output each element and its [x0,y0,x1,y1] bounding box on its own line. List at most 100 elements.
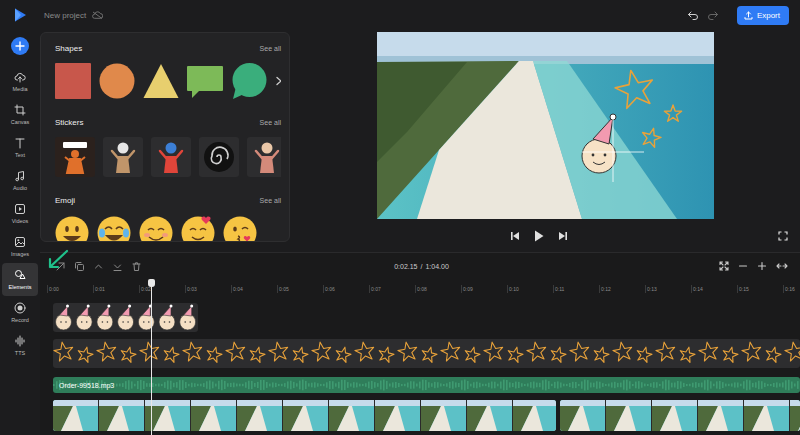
section-header: ShapesSee all [55,42,281,54]
bubble-shape-icon[interactable] [187,63,223,99]
ruler-tick: 0:13 [645,285,691,293]
joy-emoji-icon[interactable] [97,216,131,242]
sidebar-item[interactable]: Audio [2,164,38,197]
elements-icon [14,269,26,281]
zoom-out-icon[interactable] [738,261,748,271]
stars-clip[interactable] [53,339,800,368]
skip-forward-icon[interactable] [558,231,568,241]
see-all-link[interactable]: See all [260,119,281,126]
skip-back-icon[interactable] [510,231,520,241]
expand-icon[interactable] [776,261,788,271]
media-icon [14,71,26,83]
ruler-tick: 0:09 [461,285,507,293]
ruler-tick: 0:05 [277,285,323,293]
timeline: 0:02.15/1:04.000:000:010:020:030:040:050… [40,252,800,435]
move-down-icon[interactable] [112,261,123,272]
delete-icon[interactable] [131,261,142,272]
triangle-shape-icon[interactable] [143,63,179,99]
sidebar-item[interactable]: Images [2,230,38,263]
main-area: ShapesSee allStickersSee allEmojiSee all… [40,30,800,435]
zoom-tools [449,261,788,271]
sidebar-item[interactable]: Record [2,296,38,329]
sticker-clip[interactable] [53,303,198,332]
record-icon [14,302,26,314]
circle-shape-icon[interactable] [99,63,135,99]
undo-icon[interactable] [687,9,699,21]
sidebar-item[interactable]: Canvas [2,98,38,131]
playhead[interactable] [151,279,152,435]
playhead-handle[interactable] [148,279,155,287]
stars-track [53,339,800,368]
video-clip[interactable] [560,400,800,431]
woman-sticker-icon[interactable] [247,137,281,177]
love-emoji-icon[interactable] [181,216,215,242]
grin-emoji-icon[interactable] [55,216,89,242]
chevron-right-icon[interactable] [275,76,281,86]
ruler-tick: 0:10 [507,285,553,293]
controls-right [568,231,800,241]
video-clip[interactable] [53,400,556,431]
time-display: 0:02.15 /1:04.00 [394,263,449,270]
canvas-icon [14,104,26,116]
video-preview[interactable] [377,32,714,219]
duplicate-icon[interactable] [74,261,85,272]
round-bubble-shape-icon[interactable] [231,63,267,99]
swirl-sticker-icon[interactable] [199,137,239,177]
section-header: Emoji See all [55,194,281,206]
blush-emoji-icon[interactable] [139,216,173,242]
play-icon[interactable] [534,230,544,242]
ruler-tick: 0:03 [185,285,231,293]
move-up-icon[interactable] [93,261,104,272]
player-controls [290,219,800,252]
sidebar-label: Videos [12,218,29,224]
fullscreen-icon[interactable] [778,231,788,241]
time-separator: / [421,263,423,270]
ruler-tick: 0:02 [139,285,185,293]
sidebar-label: Images [11,251,29,257]
sidebar-label: Audio [13,185,27,191]
ruler-tick: 0:08 [415,285,461,293]
ruler-tick: 0:15 [737,285,783,293]
total-time: 1:04.00 [425,263,448,270]
sidebar-item[interactable]: Media [2,65,38,98]
shapes-row [55,63,281,99]
zoom-in-icon[interactable] [757,261,767,271]
audio-clip[interactable]: Order-99518.mp3 [53,377,800,393]
project-title[interactable]: New project [44,11,86,20]
square-shape-icon[interactable] [55,63,91,99]
kid-sticker-icon[interactable] [151,137,191,177]
transport-group [510,230,568,242]
timeline-toolbar: 0:02.15 /1:04.00 [40,253,800,279]
ruler-tick: 0:07 [369,285,415,293]
ruler-tick: 0:14 [691,285,737,293]
timeline-tools [55,261,394,272]
sidebar-item[interactable]: Text [2,131,38,164]
see-all-link[interactable]: See all [260,45,281,52]
preview-column [290,30,800,252]
sidebar-label: Media [13,86,28,92]
sticker-track [53,303,800,332]
sidebar-item[interactable]: Elements [2,263,38,296]
audio-track: Order-99518.mp3 [53,377,800,393]
logo-icon[interactable] [12,7,28,23]
add-button[interactable] [11,37,29,55]
fit-icon[interactable] [719,261,729,271]
section-title: Emoji [55,196,75,205]
export-button[interactable]: Export [737,6,789,25]
winner-sticker-icon[interactable] [55,137,95,177]
kiss-emoji-icon[interactable] [223,216,257,242]
see-all-link[interactable]: See all [260,197,281,204]
redo-icon[interactable] [707,9,719,21]
annotation-arrow-icon [46,249,70,271]
emoji-row [55,215,281,242]
sidebar-item[interactable]: Videos [2,197,38,230]
sidebar-item[interactable]: TTS [2,329,38,362]
stickers-row [55,137,281,177]
upper-area: ShapesSee allStickersSee allEmojiSee all [40,30,800,252]
elements-panel: ShapesSee allStickersSee allEmojiSee all [40,32,290,242]
current-time: 0:02.15 [394,263,417,270]
dancer-sticker-icon[interactable] [103,137,143,177]
sidebar: Media CanvasText Audio Videos Images Elements… [0,30,40,435]
plus-icon [15,41,25,51]
ruler-tick: 0:04 [231,285,277,293]
